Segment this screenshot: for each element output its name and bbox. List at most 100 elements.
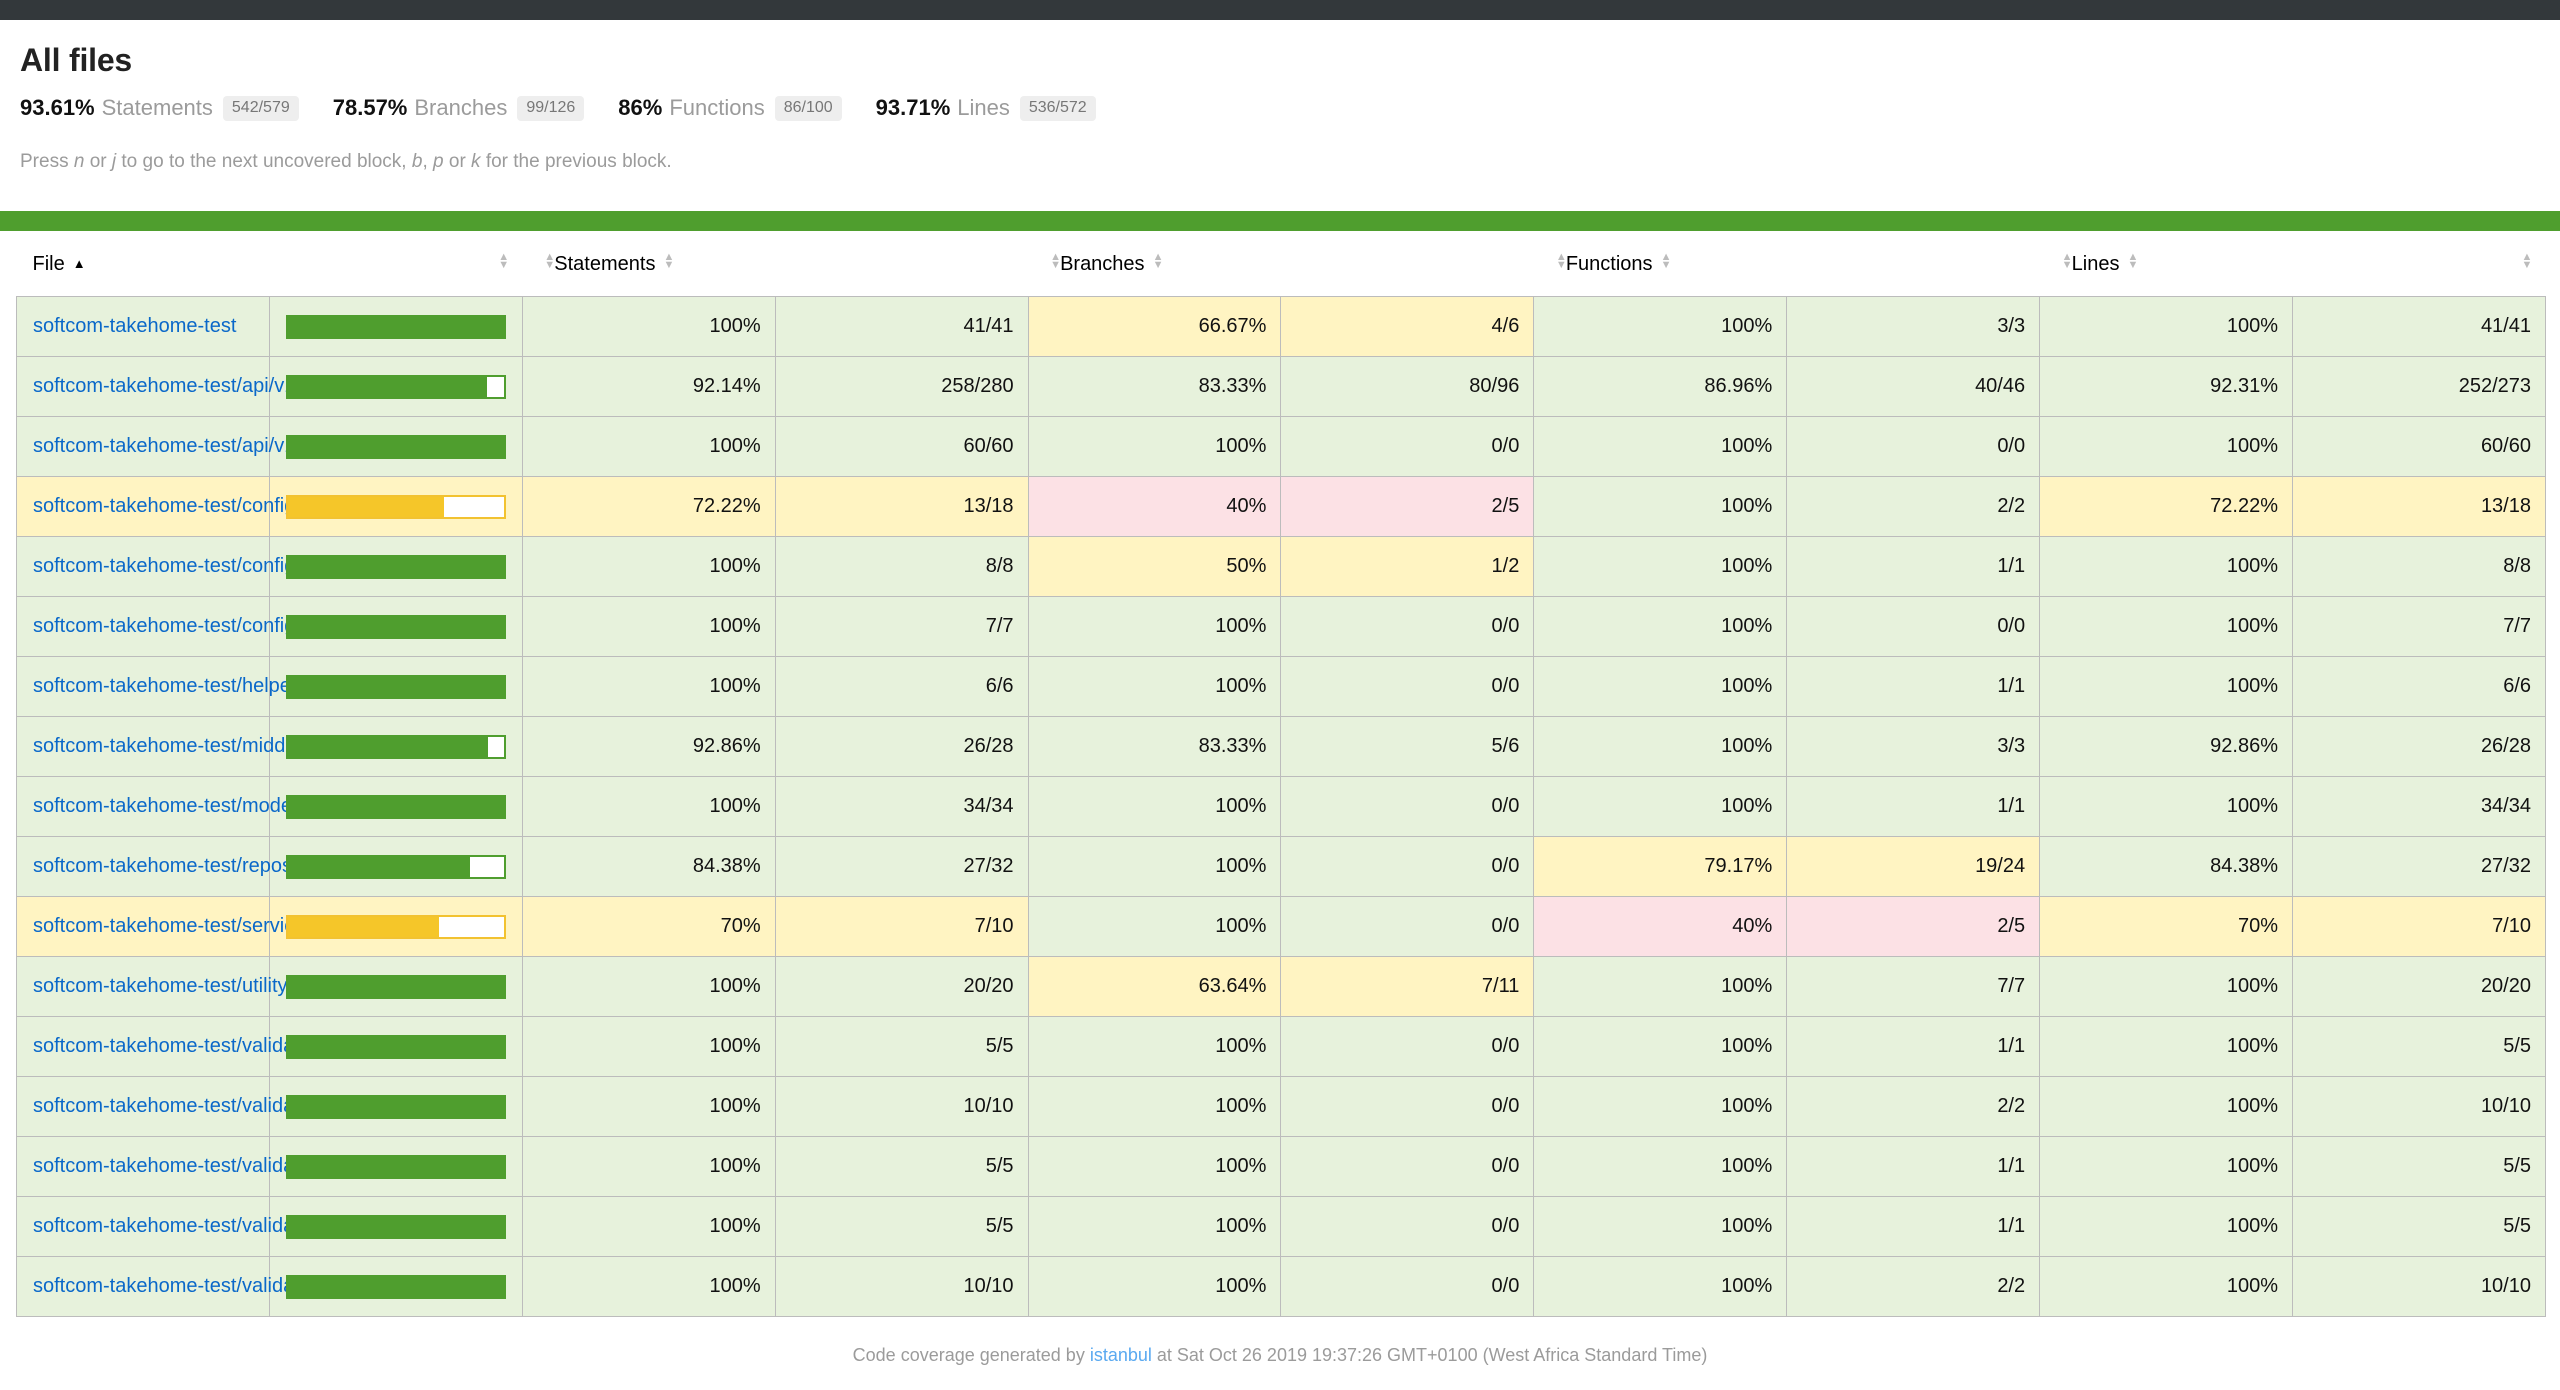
table-row[interactable]: softcom-takehome-test/models 100% 34/34 100… bbox=[16, 776, 2546, 837]
coverage-summary-stats: 93.61% Statements 542/579 78.57% Branches 99/… bbox=[20, 95, 2544, 121]
coverage-progress-fill bbox=[287, 856, 471, 877]
statements-pct-cell: 70% bbox=[521, 896, 776, 957]
coverage-bar-cell bbox=[268, 1076, 523, 1137]
file-link[interactable]: softcom-takehome-test/helper bbox=[33, 675, 298, 697]
file-cell[interactable]: softcom-takehome-test/utility bbox=[16, 956, 288, 1017]
table-header-row: File ▲ ▲ ▼ ▲ ▼ Statements ▲ ▼ ▲ ▼ Branches ▲ ▼… bbox=[16, 231, 2546, 297]
coverage-progress-fill bbox=[287, 916, 439, 937]
table-row[interactable]: softcom-takehome-test/validations/questi… bbox=[16, 1136, 2546, 1197]
footer-prefix: Code coverage generated by bbox=[852, 1345, 1090, 1365]
branches-pct-cell: 100% bbox=[1027, 836, 1282, 897]
lines-abs-cell: 8/8 bbox=[2292, 536, 2546, 597]
file-cell[interactable]: softcom-takehome-test/config/logger bbox=[16, 536, 357, 597]
lines-pct-cell: 100% bbox=[2039, 1016, 2294, 1077]
table-row[interactable]: softcom-takehome-test/helper 100% 6/6 100% 0… bbox=[16, 656, 2546, 717]
file-link[interactable]: softcom-takehome-test/services bbox=[33, 915, 315, 937]
branches-pct-cell: 100% bbox=[1027, 1076, 1282, 1137]
statements-pct-cell: 100% bbox=[521, 1076, 776, 1137]
column-header-functions[interactable]: ▲ ▼ Functions ▲ ▼ bbox=[1533, 231, 2040, 297]
file-link[interactable]: softcom-takehome-test/models bbox=[33, 795, 306, 817]
coverage-bar-cell bbox=[268, 896, 523, 957]
istanbul-link[interactable]: istanbul bbox=[1090, 1345, 1152, 1365]
branches-pct-cell: 40% bbox=[1027, 476, 1282, 537]
sort-toggle-branches-icon[interactable]: ▲ ▼ bbox=[1153, 252, 1164, 271]
sort-toggle-branches-left-icon[interactable]: ▲ ▼ bbox=[1050, 252, 1061, 271]
column-header-lines[interactable]: ▲ ▼ Lines ▲ ▼ ▲ ▼ bbox=[2039, 231, 2546, 297]
coverage-bar-cell bbox=[268, 416, 523, 477]
statements-abs-cell: 26/28 bbox=[774, 716, 1029, 777]
hint-part-k3: b bbox=[411, 151, 423, 172]
sort-toggle-statements-icon[interactable]: ▲ ▼ bbox=[663, 252, 674, 271]
table-row[interactable]: softcom-takehome-test/services 70% 7/10 100… bbox=[16, 896, 2546, 957]
file-link[interactable]: softcom-takehome-test/utility bbox=[33, 975, 288, 997]
table-row[interactable]: softcom-takehome-test/validations/answer… bbox=[16, 1076, 2546, 1137]
file-cell[interactable]: softcom-takehome-test/validations/answer bbox=[16, 1076, 407, 1137]
statements-abs-cell: 5/5 bbox=[774, 1016, 1029, 1077]
coverage-progress-bar bbox=[285, 1214, 506, 1239]
branches-pct-cell: 100% bbox=[1027, 596, 1282, 657]
table-row[interactable]: softcom-takehome-test/config/rabbitmq 100… bbox=[16, 596, 2546, 657]
file-cell[interactable]: softcom-takehome-test/config/database bbox=[16, 476, 383, 537]
table-row[interactable]: softcom-takehome-test/repositories 84.38%… bbox=[16, 836, 2546, 897]
branches-abs-cell: 0/0 bbox=[1280, 1196, 1535, 1257]
file-cell[interactable]: softcom-takehome-test/api/v1/controllers bbox=[16, 356, 393, 417]
file-cell[interactable]: softcom-takehome-test/config/rabbitmq bbox=[16, 596, 379, 657]
branches-abs-cell: 0/0 bbox=[1280, 1136, 1535, 1197]
file-cell[interactable]: softcom-takehome-test bbox=[16, 296, 270, 357]
lines-pct-cell: 100% bbox=[2039, 296, 2294, 357]
summary-stat-fraction: 536/572 bbox=[1019, 95, 1096, 121]
file-cell[interactable]: softcom-takehome-test/helper bbox=[16, 656, 298, 717]
table-row[interactable]: softcom-takehome-test/api/v1/controllers… bbox=[16, 356, 2546, 417]
column-header-branches[interactable]: ▲ ▼ Branches ▲ ▼ bbox=[1028, 231, 1534, 297]
coverage-progress-fill bbox=[287, 1216, 504, 1237]
summary-stat-lines: 93.71% Lines 536/572 bbox=[876, 95, 1096, 121]
table-row[interactable]: softcom-takehome-test/validations 100% 5/5… bbox=[16, 1016, 2546, 1077]
file-cell[interactable]: softcom-takehome-test/validations/user bbox=[16, 1256, 381, 1317]
sort-toggle-lines-abs-icon[interactable]: ▲ ▼ bbox=[2522, 252, 2533, 271]
coverage-progress-bar bbox=[285, 1274, 506, 1299]
branches-pct-cell: 100% bbox=[1027, 656, 1282, 717]
sort-toggle-lines-left-icon[interactable]: ▲ ▼ bbox=[2062, 252, 2073, 271]
table-row[interactable]: softcom-takehome-test/config/database 72.… bbox=[16, 476, 2546, 537]
sort-toggle-functions-left-icon[interactable]: ▲ ▼ bbox=[1556, 252, 1567, 271]
sort-toggle-lines-icon[interactable]: ▲ ▼ bbox=[2127, 252, 2138, 271]
file-cell[interactable]: softcom-takehome-test/validations/subscr… bbox=[16, 1196, 449, 1257]
file-cell[interactable]: softcom-takehome-test/validations bbox=[16, 1016, 336, 1077]
table-row[interactable]: softcom-takehome-test/config/logger 100% 8… bbox=[16, 536, 2546, 597]
table-row[interactable]: softcom-takehome-test/middlewares 92.86% 2… bbox=[16, 716, 2546, 777]
functions-pct-cell: 100% bbox=[1533, 1196, 1788, 1257]
statements-pct-cell: 100% bbox=[521, 1196, 776, 1257]
table-row[interactable]: softcom-takehome-test/utility 100% 20/20 63… bbox=[16, 956, 2546, 1017]
sort-toggle-functions-icon[interactable]: ▲ ▼ bbox=[1661, 252, 1672, 271]
file-cell[interactable]: softcom-takehome-test/validations/questi… bbox=[16, 1136, 418, 1197]
file-link[interactable]: softcom-takehome-test bbox=[33, 315, 236, 337]
hint-part-p3: to go to the next uncovered block, bbox=[116, 151, 412, 172]
statements-pct-cell: 100% bbox=[521, 596, 776, 657]
coverage-progress-bar bbox=[285, 554, 506, 579]
functions-pct-cell: 100% bbox=[1533, 1136, 1788, 1197]
file-cell[interactable]: softcom-takehome-test/middlewares bbox=[16, 716, 354, 777]
functions-pct-cell: 100% bbox=[1533, 416, 1788, 477]
file-cell[interactable]: softcom-takehome-test/api/v1/routes bbox=[16, 416, 356, 477]
table-row[interactable]: softcom-takehome-test/validations/subscr… bbox=[16, 1196, 2546, 1257]
sort-toggle-statements-left-icon[interactable]: ▲ ▼ bbox=[544, 252, 555, 271]
file-cell[interactable]: softcom-takehome-test/repositories bbox=[16, 836, 345, 897]
column-header-statements[interactable]: ▲ ▼ Statements ▲ ▼ bbox=[522, 231, 1029, 297]
statements-abs-cell: 60/60 bbox=[774, 416, 1029, 477]
table-row[interactable]: softcom-takehome-test/api/v1/routes 100% 6… bbox=[16, 416, 2546, 477]
footer-timestamp: at Sat Oct 26 2019 19:37:26 GMT+0100 (We… bbox=[1151, 1345, 1708, 1365]
functions-abs-cell: 2/2 bbox=[1786, 476, 2041, 537]
coverage-progress-fill bbox=[287, 676, 504, 697]
branches-pct-cell: 83.33% bbox=[1027, 356, 1282, 417]
table-row[interactable]: softcom-takehome-test/validations/user 10… bbox=[16, 1256, 2546, 1317]
lines-abs-cell: 5/5 bbox=[2292, 1136, 2546, 1197]
statements-abs-cell: 41/41 bbox=[774, 296, 1029, 357]
sort-toggle-pic-icon[interactable]: ▲ ▼ bbox=[498, 252, 509, 271]
lines-pct-cell: 100% bbox=[2039, 956, 2294, 1017]
file-cell[interactable]: softcom-takehome-test/models bbox=[16, 776, 306, 837]
column-header-file[interactable]: File ▲ ▲ ▼ bbox=[16, 231, 523, 297]
table-row[interactable]: softcom-takehome-test 100% 41/41 66.67% 4/6 1… bbox=[16, 296, 2546, 357]
lines-abs-cell: 10/10 bbox=[2292, 1256, 2546, 1317]
functions-abs-cell: 0/0 bbox=[1786, 596, 2041, 657]
file-cell[interactable]: softcom-takehome-test/services bbox=[16, 896, 315, 957]
